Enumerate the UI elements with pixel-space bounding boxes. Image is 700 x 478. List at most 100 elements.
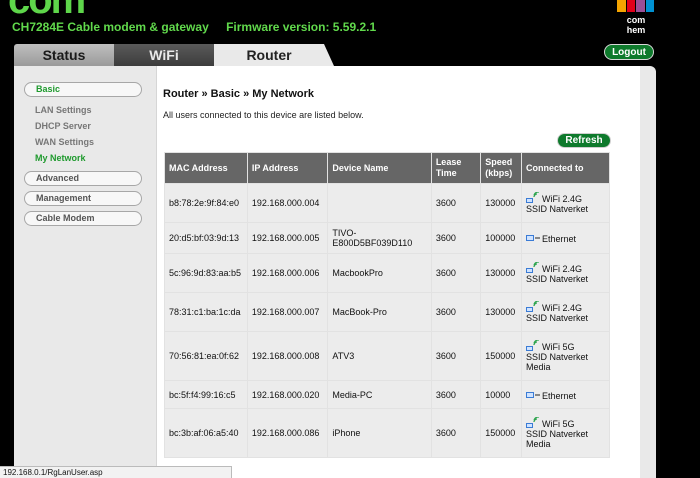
table-row: bc:5f:f4:99:16:c5 192.168.000.020 Media-PC… — [165, 381, 609, 408]
connection-detail: SSID Natverket — [526, 274, 589, 284]
table-row: bc:3b:af:06:a5:40 192.168.000.086 iPhone 36… — [165, 409, 609, 457]
cell-speed: 100000 — [481, 223, 522, 253]
brand-square — [636, 0, 645, 12]
cell-connected-to: WiFi 5G SSID Natverket Media — [522, 332, 609, 380]
cell-connected-to: Ethernet — [522, 223, 609, 253]
brand-logo-fragment: com — [8, 0, 98, 14]
tab-router[interactable]: Router — [214, 44, 334, 66]
content-area: Router » Basic » My Network All users co… — [156, 66, 640, 478]
connection-text: WiFi 2.4G — [542, 264, 583, 274]
cell-mac-address: bc:3b:af:06:a5:40 — [165, 409, 247, 457]
sidebar-item-lan-settings[interactable]: LAN Settings — [24, 102, 144, 118]
sidebar-item-wan-settings[interactable]: WAN Settings — [24, 134, 144, 150]
connection-detail: Media — [526, 439, 551, 449]
connection-text: WiFi 5G — [542, 342, 575, 352]
cell-connected-to: WiFi 5G SSID Natverket Media — [522, 409, 609, 457]
column-header-mac: MAC Address — [165, 153, 247, 183]
wifi-icon — [526, 261, 540, 274]
cell-lease-time: 3600 — [431, 223, 481, 253]
cell-mac-address: 20:d5:bf:03:9d:13 — [165, 223, 247, 253]
brand-square — [626, 0, 635, 12]
cell-mac-address: b8:78:2e:9f:84:e0 — [165, 184, 247, 222]
sidebar-item-my-network[interactable]: My Network — [24, 150, 144, 166]
cell-speed: 150000 — [481, 409, 522, 457]
brand-name: com hem — [626, 15, 646, 35]
column-header-device-name: Device Name — [328, 153, 431, 183]
cell-device-name: Media-PC — [328, 381, 431, 408]
cell-speed: 150000 — [481, 332, 522, 380]
brand-color-squares — [617, 0, 655, 12]
connection-info: WiFi 5G — [526, 339, 605, 352]
wifi-icon — [526, 191, 540, 204]
cell-connected-to: WiFi 2.4G SSID Natverket — [522, 184, 609, 222]
cell-ip-address: 192.168.000.007 — [247, 293, 328, 331]
wifi-icon — [526, 339, 540, 352]
cell-speed: 130000 — [481, 184, 522, 222]
cell-mac-address: 78:31:c1:ba:1c:da — [165, 293, 247, 331]
connection-detail: SSID Natverket — [526, 204, 589, 214]
cell-lease-time: 3600 — [431, 409, 481, 457]
cell-lease-time: 3600 — [431, 332, 481, 380]
sidebar-item-dhcp-server[interactable]: DHCP Server — [24, 118, 144, 134]
table-row: 5c:96:9d:83:aa:b5 192.168.000.006 MacbookP… — [165, 254, 609, 292]
column-header-connected-to: Connected to — [522, 153, 609, 183]
table-body: b8:78:2e:9f:84:e0 192.168.000.004 3600 1300… — [165, 184, 609, 457]
cell-device-name — [328, 184, 431, 222]
cell-device-name: MacBook-Pro — [328, 293, 431, 331]
cell-device-name: iPhone — [328, 409, 431, 457]
connection-info: Ethernet — [526, 389, 605, 401]
connection-text: WiFi 2.4G — [542, 303, 583, 313]
connection-info: Ethernet — [526, 232, 605, 244]
connection-detail: Media — [526, 362, 551, 372]
refresh-button[interactable]: Refresh — [557, 133, 611, 148]
cell-device-name: TIVO-E800D5BF039D110 — [328, 223, 431, 253]
brand-square — [645, 0, 654, 12]
tab-status[interactable]: Status — [14, 44, 114, 66]
column-header-ip: IP Address — [247, 153, 328, 183]
connection-text: WiFi 2.4G — [542, 194, 583, 204]
cell-ip-address: 192.168.000.008 — [247, 332, 328, 380]
intro-text: All users connected to this device are l… — [163, 110, 364, 120]
connection-detail: SSID Natverket — [526, 313, 589, 323]
wifi-icon — [526, 300, 540, 313]
cell-mac-address: 5c:96:9d:83:aa:b5 — [165, 254, 247, 292]
connection-info: WiFi 2.4G — [526, 191, 605, 204]
basic-submenu: LAN Settings DHCP Server WAN Settings My… — [24, 102, 144, 166]
browser-status-bar: 192.168.0.1/RgLanUser.asp — [0, 466, 232, 478]
connection-text: WiFi 5G — [542, 419, 575, 429]
sidebar-item-advanced[interactable]: Advanced — [24, 171, 142, 186]
sidebar-item-management[interactable]: Management — [24, 191, 142, 206]
column-header-speed: Speed (kbps) — [481, 153, 522, 183]
sidebar-item-basic[interactable]: Basic — [24, 82, 142, 97]
comhem-logo: com hem — [617, 0, 655, 35]
cell-mac-address: bc:5f:f4:99:16:c5 — [165, 381, 247, 408]
cell-ip-address: 192.168.000.004 — [247, 184, 328, 222]
cell-ip-address: 192.168.000.086 — [247, 409, 328, 457]
connection-info: WiFi 5G — [526, 416, 605, 429]
cell-mac-address: 70:56:81:ea:0f:62 — [165, 332, 247, 380]
cell-lease-time: 3600 — [431, 293, 481, 331]
firmware-version: Firmware version: 5.59.2.1 — [226, 20, 377, 34]
cell-lease-time: 3600 — [431, 381, 481, 408]
cell-connected-to: Ethernet — [522, 381, 609, 408]
breadcrumb: Router » Basic » My Network — [163, 88, 314, 100]
router-panel: Basic LAN Settings DHCP Server WAN Setti… — [14, 66, 656, 478]
tab-wifi[interactable]: WiFi — [114, 44, 214, 66]
connection-detail: SSID Natverket — [526, 352, 589, 362]
logout-button[interactable]: Logout — [604, 44, 654, 60]
connected-users-table: MAC Address IP Address Device Name Lease… — [164, 152, 610, 458]
sidebar: Basic LAN Settings DHCP Server WAN Setti… — [24, 82, 144, 231]
table-row: 70:56:81:ea:0f:62 192.168.000.008 ATV3 3600… — [165, 332, 609, 380]
brand-square — [617, 0, 626, 12]
connection-detail: SSID Natverket — [526, 429, 589, 439]
cell-ip-address: 192.168.000.006 — [247, 254, 328, 292]
cell-ip-address: 192.168.000.005 — [247, 223, 328, 253]
cell-connected-to: WiFi 2.4G SSID Natverket — [522, 254, 609, 292]
sidebar-item-cable-modem[interactable]: Cable Modem — [24, 211, 142, 226]
device-model: CH7284E Cable modem & gateway — [12, 20, 209, 34]
table-header-row: MAC Address IP Address Device Name Lease… — [165, 153, 609, 183]
connection-info: WiFi 2.4G — [526, 300, 605, 313]
cell-lease-time: 3600 — [431, 184, 481, 222]
ethernet-icon — [526, 232, 541, 244]
connection-text: Ethernet — [542, 390, 577, 401]
